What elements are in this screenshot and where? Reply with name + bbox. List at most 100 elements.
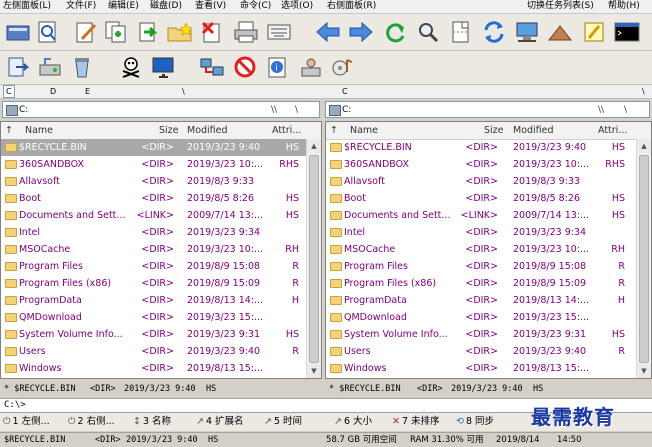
- fkey-3-name[interactable]: ↕ 3 名称: [133, 415, 171, 429]
- search-icon[interactable]: [414, 18, 442, 46]
- table-row[interactable]: ProgramData <DIR> 2019/8/13 14:... H: [326, 292, 651, 309]
- fkey-2-right-panel[interactable]: ⏻ 2 右侧...: [68, 415, 115, 429]
- monitor-icon[interactable]: [149, 53, 177, 81]
- menu-options[interactable]: 选项(O): [281, 0, 313, 13]
- fkey-1-left-panel[interactable]: ⏻ 1 左侧...: [3, 415, 50, 429]
- info-icon[interactable]: i: [264, 53, 292, 81]
- table-row[interactable]: $RECYCLE.BIN <DIR> 2019/3/23 9:40 HS: [1, 139, 321, 156]
- col-size[interactable]: Size: [484, 124, 504, 137]
- col-modified[interactable]: Modified: [187, 124, 228, 137]
- move-icon[interactable]: [134, 18, 162, 46]
- keyboard-icon[interactable]: [265, 18, 293, 46]
- console-icon[interactable]: [613, 18, 641, 46]
- print-icon[interactable]: [232, 18, 260, 46]
- scroll-down-button[interactable]: ▼: [307, 364, 321, 378]
- scroll-down-button[interactable]: ▼: [637, 364, 651, 378]
- fkey-7-unsorted[interactable]: ✕ 7 未排序: [392, 415, 440, 429]
- network-icon[interactable]: [513, 18, 541, 46]
- table-row[interactable]: Windows <DIR> 2019/8/13 15:...: [326, 360, 651, 377]
- fkey-5-time[interactable]: ↗ 5 时间: [264, 415, 302, 429]
- menu-left-panel[interactable]: 左侧面板(L): [3, 0, 51, 13]
- split-file-icon[interactable]: [447, 18, 475, 46]
- copy-icon[interactable]: [102, 18, 130, 46]
- block-icon[interactable]: [231, 53, 259, 81]
- find-icon[interactable]: [34, 18, 62, 46]
- table-row[interactable]: $RECYCLE.BIN <DIR> 2019/3/23 9:40 HS: [326, 139, 651, 156]
- scroll-thumb[interactable]: [309, 155, 319, 363]
- table-row[interactable]: Allavsoft <DIR> 2019/8/3 9:33: [326, 173, 651, 190]
- table-row[interactable]: Intel <DIR> 2019/3/23 9:34: [326, 224, 651, 241]
- left-path-bar[interactable]: C: \\ \: [2, 101, 320, 118]
- table-row[interactable]: Boot <DIR> 2019/8/5 8:26 HS: [1, 190, 321, 207]
- table-row[interactable]: Documents and Sett... <LINK> 2009/7/14 13:…: [326, 207, 651, 224]
- menu-view[interactable]: 查看(V): [195, 0, 226, 13]
- menu-switch-task[interactable]: 切换任务列表(S): [527, 0, 594, 13]
- menu-file[interactable]: 文件(F): [66, 0, 96, 13]
- new-folder-icon[interactable]: [166, 18, 194, 46]
- col-name[interactable]: Name: [25, 124, 53, 137]
- scroll-up-button[interactable]: ▲: [307, 139, 321, 153]
- table-row[interactable]: System Volume Info... <DIR> 2019/3/23 9:31…: [326, 326, 651, 343]
- menu-help[interactable]: 帮助(H): [608, 0, 640, 13]
- left-scrollbar[interactable]: ▲ ▼: [306, 139, 321, 378]
- recycle-bin-icon[interactable]: [68, 53, 96, 81]
- col-attr[interactable]: Attri...: [272, 124, 301, 137]
- table-row[interactable]: System Volume Info... <DIR> 2019/3/23 9:31…: [1, 326, 321, 343]
- col-attr[interactable]: Attri...: [598, 124, 627, 137]
- back-icon[interactable]: [314, 18, 342, 46]
- delete-icon[interactable]: [198, 18, 226, 46]
- left-root-button[interactable]: \\: [271, 103, 277, 117]
- user-icon[interactable]: [297, 53, 325, 81]
- menu-right-panel[interactable]: 右侧面板(R): [327, 0, 376, 13]
- right-path-bar[interactable]: C: \\ \: [325, 101, 650, 118]
- table-row[interactable]: QMDownload <DIR> 2019/3/23 15:...: [326, 309, 651, 326]
- table-row[interactable]: 360SANDBOX <DIR> 2019/3/23 10:... RHS: [326, 156, 651, 173]
- right-scrollbar[interactable]: ▲ ▼: [636, 139, 651, 378]
- fkey-4-extension[interactable]: ↗ 4 扩展名: [196, 415, 244, 429]
- menu-disk[interactable]: 磁盘(D): [150, 0, 182, 13]
- table-row[interactable]: Program Files (x86) <DIR> 2019/8/9 15:09 R: [1, 275, 321, 292]
- exit-icon[interactable]: [4, 53, 32, 81]
- table-row[interactable]: QMDownload <DIR> 2019/3/23 15:...: [1, 309, 321, 326]
- table-row[interactable]: 360SANDBOX <DIR> 2019/3/23 10:... RHS: [1, 156, 321, 173]
- right-file-panel[interactable]: ↑ Name Size Modified Attri... $RECYCLE.B…: [325, 121, 652, 379]
- table-row[interactable]: Intel <DIR> 2019/3/23 9:34: [1, 224, 321, 241]
- menu-command[interactable]: 命令(C): [240, 0, 271, 13]
- right-up-button[interactable]: \: [624, 103, 627, 117]
- fkey-6-size[interactable]: ↗ 6 大小: [334, 415, 372, 429]
- table-row[interactable]: Users <DIR> 2019/3/23 9:40 R: [1, 343, 321, 360]
- sync-icon[interactable]: [480, 18, 508, 46]
- disk-tools-icon[interactable]: [36, 53, 64, 81]
- pyramid-icon[interactable]: [546, 18, 574, 46]
- drive-c-right[interactable]: C: [340, 86, 350, 97]
- forward-icon[interactable]: [347, 18, 375, 46]
- table-row[interactable]: Program Files (x86) <DIR> 2019/8/9 15:09 R: [326, 275, 651, 292]
- table-row[interactable]: Allavsoft <DIR> 2019/8/3 9:33: [1, 173, 321, 190]
- drive-c-left[interactable]: C: [3, 85, 15, 98]
- up-arrow-icon[interactable]: ↑: [5, 124, 13, 137]
- pencil-icon[interactable]: [580, 18, 608, 46]
- table-row[interactable]: MSOCache <DIR> 2019/3/23 10:... RH: [326, 241, 651, 258]
- toggle-panel-icon[interactable]: [4, 18, 32, 46]
- table-row[interactable]: Windows <DIR> 2019/8/13 15:...: [1, 360, 321, 377]
- left-up-button[interactable]: \: [295, 103, 298, 117]
- col-modified[interactable]: Modified: [513, 124, 554, 137]
- col-size[interactable]: Size: [159, 124, 179, 137]
- table-row[interactable]: Boot <DIR> 2019/8/5 8:26 HS: [326, 190, 651, 207]
- right-root-button[interactable]: \\: [598, 103, 604, 117]
- media-icon[interactable]: [329, 53, 357, 81]
- drive-root-right[interactable]: \: [640, 86, 647, 97]
- scroll-up-button[interactable]: ▲: [637, 139, 651, 153]
- table-row[interactable]: Program Files <DIR> 2019/8/9 15:08 R: [326, 258, 651, 275]
- table-row[interactable]: Documents and Sett... <LINK> 2009/7/14 13:…: [1, 207, 321, 224]
- menu-edit[interactable]: 编辑(E): [108, 0, 139, 13]
- drive-root-left[interactable]: \: [180, 86, 187, 97]
- drive-d-left[interactable]: D: [48, 86, 58, 97]
- drive-e-left[interactable]: E: [83, 86, 92, 97]
- table-row[interactable]: Users <DIR> 2019/3/23 9:40 R: [326, 343, 651, 360]
- edit-icon[interactable]: [72, 18, 100, 46]
- table-row[interactable]: ProgramData <DIR> 2019/8/13 14:... H: [1, 292, 321, 309]
- refresh-icon[interactable]: [381, 18, 409, 46]
- scroll-thumb[interactable]: [639, 155, 649, 363]
- table-row[interactable]: Program Files <DIR> 2019/8/9 15:08 R: [1, 258, 321, 275]
